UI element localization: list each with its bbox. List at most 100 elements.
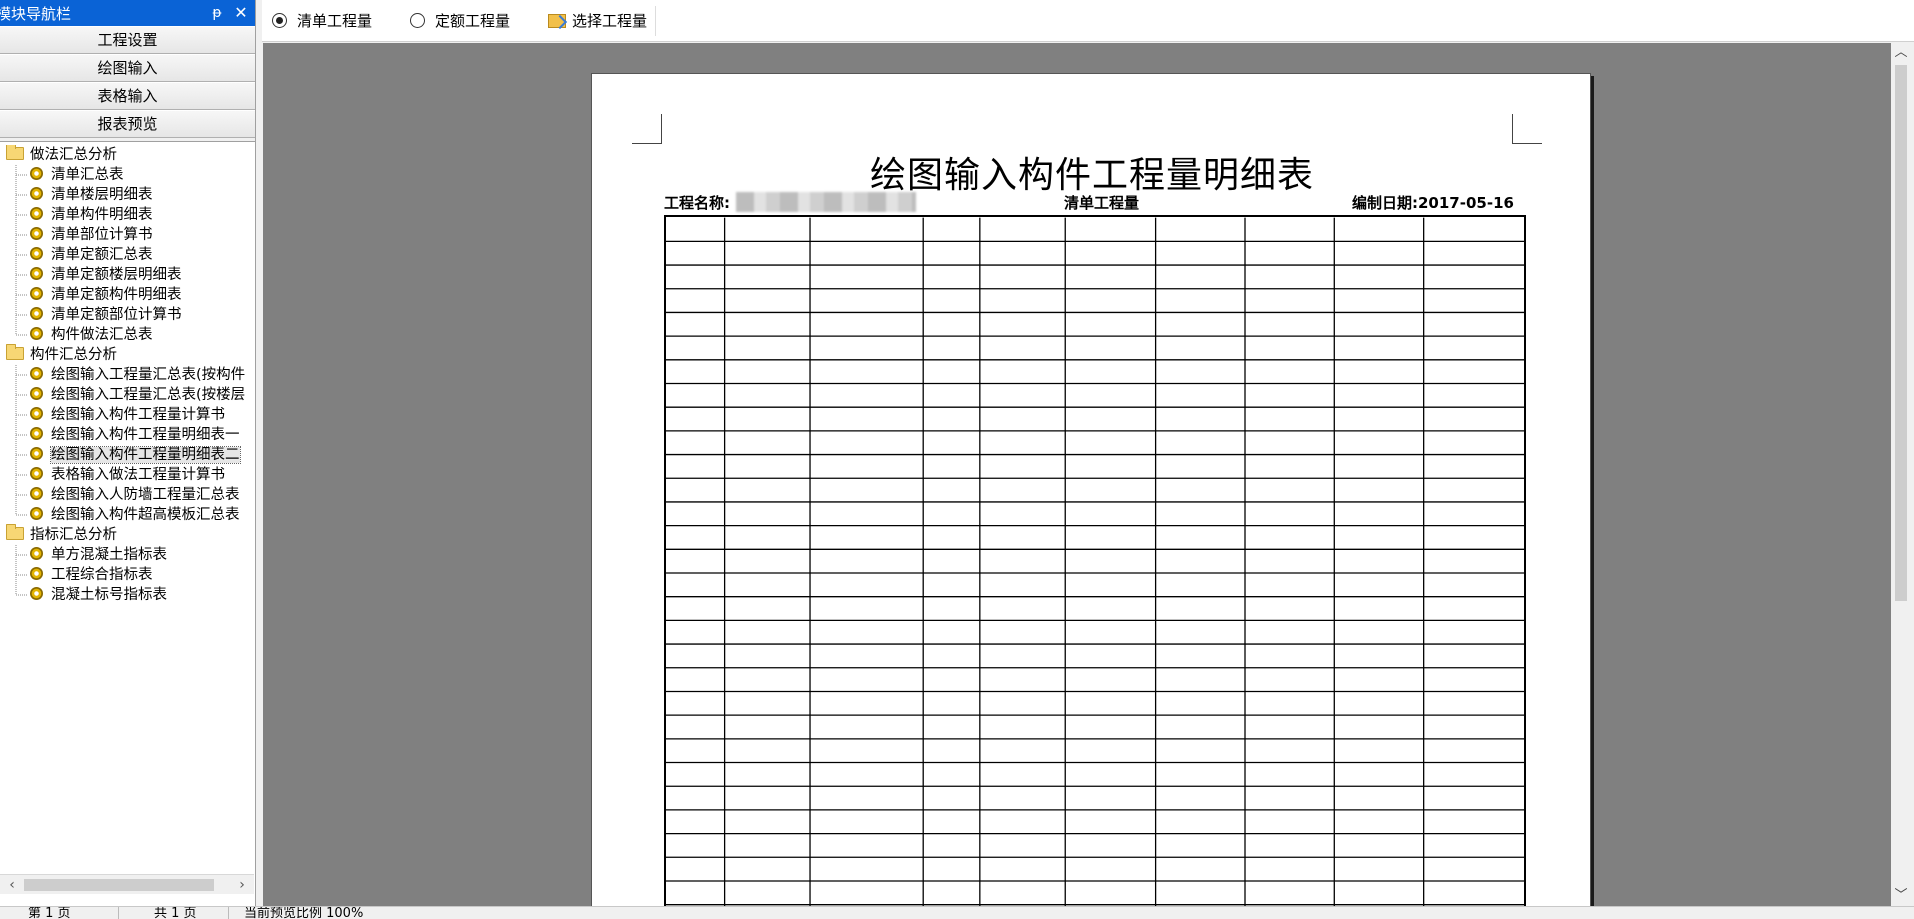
vertical-scrollbar[interactable]: ︿ ﹀ (1891, 43, 1911, 906)
status-page-current: 第 1 页 (28, 906, 71, 919)
radio-checked-icon[interactable] (272, 13, 287, 28)
report-gear-icon (30, 427, 43, 440)
report-preview-area[interactable]: 绘图输入构件工程量明细表 工程名称: 清单工程量 编制日期:2017-05-16 (263, 43, 1891, 906)
status-divider (228, 907, 229, 919)
report-gear-icon (30, 387, 43, 400)
close-icon[interactable]: ✕ (231, 3, 251, 23)
app-window: 模块导航栏 ᵽ ✕ 工程设置 绘图输入 表格输入 报表预览 做法汇总分析清单汇总… (0, 0, 1914, 919)
report-gear-icon (30, 587, 43, 600)
tree-label: 清单定额构件明细表 (51, 287, 182, 303)
module-button-drawing-input[interactable]: 绘图输入 (0, 54, 255, 82)
tree-label: 绘图输入工程量汇总表(按楼层 (51, 387, 246, 403)
report-gear-icon (30, 487, 43, 500)
project-name: 工程名称: (664, 192, 916, 213)
project-name-redacted (736, 192, 916, 212)
tree-item[interactable]: 清单构件明细表 (30, 205, 153, 225)
tree-label: 清单定额部位计算书 (51, 307, 182, 323)
tree-item[interactable]: 清单定额部位计算书 (30, 305, 182, 325)
report-gear-icon (30, 267, 43, 280)
tree-folder[interactable]: 构件汇总分析 (6, 344, 117, 365)
tree-item[interactable]: 绘图输入构件超高模板汇总表 (30, 505, 240, 525)
report-gear-icon (30, 227, 43, 240)
status-divider (118, 907, 119, 919)
tree-label: 清单定额汇总表 (51, 247, 153, 263)
tree-label: 绘图输入人防墙工程量汇总表 (51, 487, 240, 503)
tree-item[interactable]: 构件做法汇总表 (30, 325, 153, 345)
tree-item[interactable]: 清单楼层明细表 (30, 185, 153, 205)
status-bar: 第 1 页 共 1 页 当前预览比例 100% (0, 906, 1914, 919)
report-gear-icon (30, 287, 43, 300)
tree-label: 清单定额楼层明细表 (51, 267, 182, 283)
folder-icon (6, 524, 24, 540)
folder-icon (6, 344, 24, 360)
scroll-left-arrow-icon[interactable]: ‹ (2, 875, 22, 895)
compile-date-value: 2017-05-16 (1418, 194, 1514, 212)
report-gear-icon (30, 327, 43, 340)
tree-item[interactable]: 绘图输入构件工程量明细表二 (30, 445, 241, 465)
report-title: 绘图输入构件工程量明细表 (869, 155, 1314, 196)
scroll-thumb[interactable] (24, 879, 214, 891)
tree-item[interactable]: 绘图输入构件工程量明细表一 (30, 425, 240, 445)
tree-item[interactable]: 单方混凝土指标表 (30, 545, 167, 565)
tree-item[interactable]: 绘图输入工程量汇总表(按楼层 (30, 385, 245, 405)
select-quantity-button[interactable]: 选择工程量 (548, 5, 657, 36)
tree-label: 构件汇总分析 (30, 347, 117, 363)
tree-item[interactable]: 清单定额构件明细表 (30, 285, 182, 305)
tree-label: 表格输入做法工程量计算书 (51, 467, 225, 483)
tree-folder[interactable]: 指标汇总分析 (6, 524, 117, 545)
tree-folder[interactable]: 做法汇总分析 (6, 145, 117, 165)
page-corner-mark-right (1512, 114, 1542, 144)
tree-label: 绘图输入工程量汇总表(按构件 (51, 367, 246, 383)
scroll-right-arrow-icon[interactable]: › (232, 875, 252, 895)
tree-item[interactable]: 表格输入做法工程量计算书 (30, 465, 225, 485)
report-gear-icon (30, 507, 43, 520)
nav-title: 模块导航栏 (0, 4, 72, 23)
quantity-type: 清单工程量 (1064, 194, 1140, 212)
tree-label: 单方混凝土指标表 (51, 547, 167, 563)
report-tree: 做法汇总分析清单汇总表清单楼层明细表 清单构件明细表清单部位计算书 清单定额汇总表清… (0, 145, 254, 875)
tree-label: 绘图输入构件工程量明细表一 (51, 427, 240, 443)
radio-bill-quantity-label: 清单工程量 (297, 12, 373, 30)
report-gear-icon (30, 367, 43, 380)
module-navigation-panel: 模块导航栏 ᵽ ✕ 工程设置 绘图输入 表格输入 报表预览 做法汇总分析清单汇总… (0, 0, 256, 906)
page-corner-mark-left (632, 114, 662, 144)
tree-item[interactable]: 绘图输入工程量汇总表(按构件 (30, 365, 245, 385)
radio-unchecked-icon[interactable] (410, 13, 426, 28)
status-page-total: 共 1 页 (154, 906, 197, 919)
tree-item[interactable]: 清单定额汇总表 (30, 245, 153, 265)
tree-label: 清单汇总表 (51, 167, 124, 183)
report-gear-icon (30, 167, 43, 180)
radio-bill-quantity[interactable]: 清单工程量 (272, 10, 372, 31)
radio-quota-quantity-label: 定额工程量 (435, 12, 511, 30)
tree-label: 清单部位计算书 (51, 227, 153, 243)
report-gear-icon (30, 467, 43, 480)
tree-label: 绘图输入构件工程量明细表二 (50, 446, 241, 464)
scroll-up-arrow-icon[interactable]: ︿ (1891, 43, 1911, 63)
radio-quota-quantity[interactable]: 定额工程量 (410, 10, 510, 31)
report-gear-icon (30, 567, 43, 580)
tree-label: 工程综合指标表 (51, 567, 153, 583)
tree-item[interactable]: 绘图输入构件工程量计算书 (30, 405, 225, 425)
scroll-down-arrow-icon[interactable]: ﹀ (1891, 886, 1911, 906)
tree-item[interactable]: 混凝土标号指标表 (30, 585, 167, 605)
tree-item[interactable]: 清单汇总表 (30, 165, 124, 185)
horizontal-scrollbar[interactable]: ‹ › (0, 874, 254, 894)
tree-item[interactable]: 清单定额楼层明细表 (30, 265, 182, 285)
tree-item[interactable]: 绘图输入人防墙工程量汇总表 (30, 485, 240, 505)
compile-date: 编制日期:2017-05-16 (1352, 192, 1514, 213)
tree-item[interactable]: 工程综合指标表 (30, 565, 153, 585)
tree-label: 构件做法汇总表 (51, 327, 153, 343)
folder-check-icon (548, 13, 567, 28)
select-quantity-label: 选择工程量 (572, 12, 648, 30)
pin-icon[interactable]: ᵽ (207, 3, 227, 23)
module-button-report-preview[interactable]: 报表预览 (0, 110, 255, 138)
report-table-grid (664, 215, 1526, 906)
report-gear-icon (30, 187, 43, 200)
tree-item[interactable]: 清单部位计算书 (30, 225, 153, 245)
vertical-scroll-thumb[interactable] (1895, 65, 1907, 601)
module-button-project-settings[interactable]: 工程设置 (0, 26, 255, 54)
report-gear-icon (30, 207, 43, 220)
module-button-table-input[interactable]: 表格输入 (0, 82, 255, 110)
tree-label: 绘图输入构件工程量计算书 (51, 407, 225, 423)
report-gear-icon (30, 547, 43, 560)
